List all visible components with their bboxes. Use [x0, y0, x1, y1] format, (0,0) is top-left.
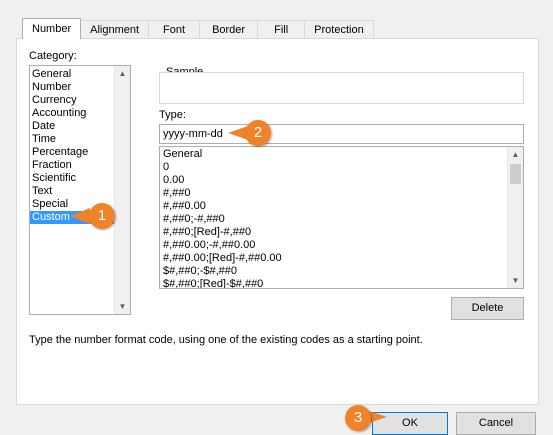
callout-pointer [369, 411, 387, 423]
category-listbox[interactable]: General Number Currency Accounting Date … [29, 65, 131, 315]
category-item-percentage[interactable]: Percentage [30, 146, 116, 159]
chevron-down-icon[interactable]: ▼ [508, 273, 523, 288]
dialog-top-edge [0, 0, 553, 16]
chevron-up-icon[interactable]: ▲ [508, 147, 523, 162]
delete-button[interactable]: Delete [451, 297, 524, 320]
format-item[interactable]: 0.00 [163, 174, 282, 187]
category-item-accounting[interactable]: Accounting [30, 107, 116, 120]
category-label: Category: [29, 50, 77, 62]
tab-border[interactable]: Border [200, 20, 259, 39]
format-item[interactable]: #,##0;-#,##0 [163, 213, 282, 226]
category-item-currency[interactable]: Currency [30, 94, 116, 107]
callout-badge-3: 3 [345, 405, 371, 431]
tab-fill[interactable]: Fill [258, 20, 306, 39]
format-item[interactable]: $#,##0;-$#,##0 [163, 265, 282, 278]
format-item[interactable]: 0 [163, 161, 282, 174]
type-input[interactable] [159, 124, 524, 144]
category-item-scientific[interactable]: Scientific [30, 172, 116, 185]
format-code-listbox[interactable]: General 0 0.00 #,##0 #,##0.00 #,##0;-#,#… [159, 146, 524, 289]
format-item[interactable]: #,##0 [163, 187, 282, 200]
chevron-up-icon[interactable]: ▲ [115, 66, 130, 81]
format-item[interactable]: #,##0;[Red]-#,##0 [163, 226, 282, 239]
hint-text: Type the number format code, using one o… [29, 334, 423, 346]
callout-badge-1: 1 [89, 203, 115, 229]
format-item[interactable]: #,##0.00;-#,##0.00 [163, 239, 282, 252]
format-item[interactable]: #,##0.00;[Red]-#,##0.00 [163, 252, 282, 265]
category-item-number[interactable]: Number [30, 81, 116, 94]
format-item[interactable]: $#,##0;[Red]-$#,##0 [163, 278, 282, 288]
category-item-time[interactable]: Time [30, 133, 116, 146]
category-scrollbar[interactable]: ▲ ▼ [114, 66, 130, 314]
callout-pointer [70, 208, 90, 224]
callout-badge-2: 2 [245, 120, 271, 146]
type-label: Type: [159, 109, 186, 121]
format-item[interactable]: General [163, 148, 282, 161]
tab-strip: Number Alignment Font Border Fill Protec… [22, 18, 374, 39]
cancel-button[interactable]: Cancel [456, 412, 536, 435]
sample-preview [159, 72, 524, 104]
format-scrollbar[interactable]: ▲ ▼ [507, 147, 523, 288]
chevron-down-icon[interactable]: ▼ [115, 299, 130, 314]
tab-alignment[interactable]: Alignment [81, 20, 150, 39]
tab-font[interactable]: Font [149, 20, 201, 39]
scroll-thumb[interactable] [510, 164, 521, 184]
tab-number[interactable]: Number [22, 18, 82, 39]
tab-protection[interactable]: Protection [305, 20, 374, 39]
format-item[interactable]: #,##0.00 [163, 200, 282, 213]
category-item-fraction[interactable]: Fraction [30, 159, 116, 172]
category-item-general[interactable]: General [30, 68, 116, 81]
category-item-text[interactable]: Text [30, 185, 116, 198]
category-item-date[interactable]: Date [30, 120, 116, 133]
